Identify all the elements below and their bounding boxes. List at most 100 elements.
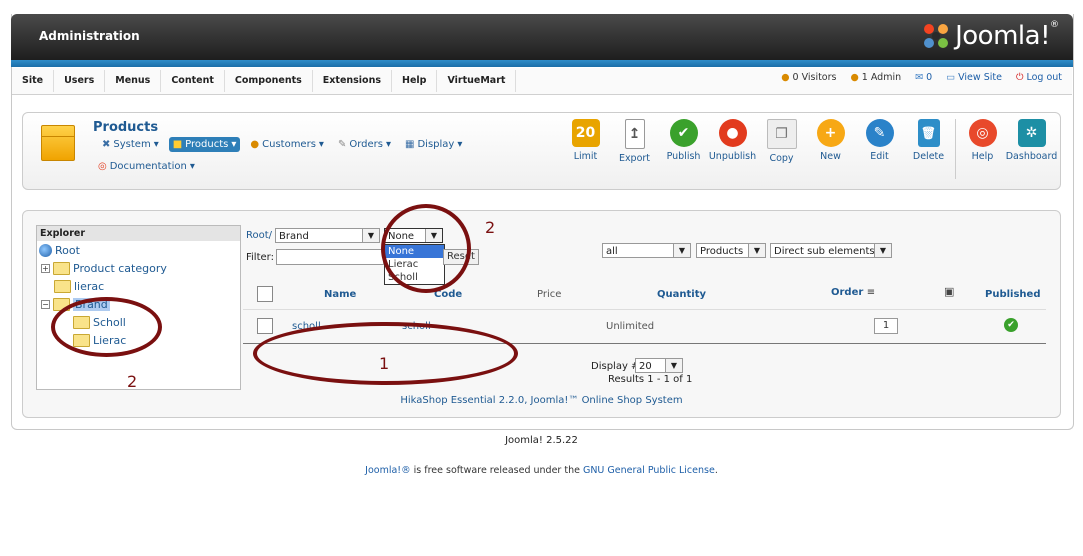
joomla-logo: Joomla! ® bbox=[921, 20, 1059, 52]
submenu-system-label: System bbox=[113, 139, 151, 150]
submenu-display[interactable]: ▦ Display ▾ bbox=[401, 137, 466, 152]
select-all-checkbox[interactable] bbox=[257, 286, 273, 302]
hikashop-credit-link[interactable]: HikaShop Essential 2.2.0, Joomla!™ Onlin… bbox=[23, 395, 1060, 406]
dashboard-icon: ✲ bbox=[1017, 119, 1046, 147]
toolbar-panel: Products ✖ System ▾ ■ Products ▾ ● Customers ▾… bbox=[22, 112, 1061, 190]
visitors-label: 0 Visitors bbox=[792, 72, 837, 83]
view-site-link[interactable]: ▭ View Site bbox=[946, 72, 1002, 83]
menu-extensions[interactable]: Extensions bbox=[313, 70, 393, 92]
menu-content[interactable]: Content bbox=[161, 70, 225, 92]
row-checkbox[interactable] bbox=[257, 318, 273, 334]
expand-icon[interactable]: + bbox=[41, 264, 50, 273]
tree-root[interactable]: Root bbox=[39, 244, 80, 257]
menu-help[interactable]: Help bbox=[392, 70, 438, 92]
explorer-header: Explorer bbox=[37, 226, 240, 241]
annotation-number-2-top: 2 bbox=[485, 218, 496, 237]
license-text: is free software released under the bbox=[410, 465, 583, 476]
unpublish-label: Unpublish bbox=[708, 151, 757, 162]
admins-status: ● 1 Admin bbox=[850, 72, 901, 83]
limit-button[interactable]: 20 Limit bbox=[561, 119, 610, 179]
caret-down-icon: ▾ bbox=[385, 139, 392, 150]
publish-button[interactable]: ✔ Publish bbox=[659, 119, 708, 179]
product-box-icon bbox=[41, 125, 75, 161]
tree-item-product-category[interactable]: + Product category bbox=[41, 262, 167, 275]
header-accent-bar bbox=[11, 60, 1073, 67]
joomla-link[interactable]: Joomla!® bbox=[365, 465, 410, 476]
joomla-registered-mark: ® bbox=[1050, 20, 1059, 30]
folder-icon bbox=[54, 280, 71, 293]
row-quantity: Unlimited bbox=[606, 321, 655, 332]
row-order-input[interactable]: 1 bbox=[874, 318, 898, 334]
save-order-icon[interactable]: ▣ bbox=[944, 285, 954, 298]
submenu-orders[interactable]: ✎ Orders ▾ bbox=[334, 137, 395, 152]
column-order-label: Order bbox=[831, 287, 864, 298]
orders-icon: ✎ bbox=[337, 139, 347, 150]
annotation-circle-tree bbox=[51, 297, 162, 357]
column-order[interactable]: Order ≡ bbox=[831, 287, 875, 298]
submenu-customers[interactable]: ● Customers ▾ bbox=[246, 137, 328, 152]
display-limit-select[interactable]: 20 ▼ bbox=[635, 358, 683, 373]
column-name[interactable]: Name bbox=[324, 289, 356, 300]
tree-item-lierac[interactable]: lierac bbox=[54, 280, 104, 293]
gpl-link[interactable]: GNU General Public License bbox=[583, 465, 715, 476]
messages-icon: ✉ bbox=[915, 72, 924, 83]
submenu-display-label: Display bbox=[417, 139, 455, 150]
unpublish-button[interactable]: ● Unpublish bbox=[708, 119, 757, 179]
sort-icon: ≡ bbox=[866, 287, 876, 298]
menu-users[interactable]: Users bbox=[54, 70, 106, 92]
joomla-version: Joomla! 2.5.22 bbox=[505, 435, 578, 446]
category-select-value: Brand bbox=[279, 231, 309, 242]
help-label: Help bbox=[971, 151, 994, 162]
logout-link[interactable]: ⏻ Log out bbox=[1016, 72, 1062, 83]
menu-components[interactable]: Components bbox=[225, 70, 313, 92]
published-check-icon[interactable]: ✔ bbox=[1004, 318, 1018, 332]
category-select[interactable]: Brand ▼ bbox=[275, 228, 380, 243]
menu-menus[interactable]: Menus bbox=[105, 70, 162, 92]
edit-button[interactable]: ✎ Edit bbox=[855, 119, 904, 179]
messages-status[interactable]: ✉ 0 bbox=[915, 72, 932, 83]
column-published[interactable]: Published bbox=[985, 289, 1040, 300]
dashboard-button[interactable]: ✲ Dashboard bbox=[1006, 119, 1057, 179]
column-quantity[interactable]: Quantity bbox=[657, 289, 706, 300]
copy-button[interactable]: ❐ Copy bbox=[757, 119, 806, 179]
toolbar-separator bbox=[955, 119, 956, 179]
submenu-system[interactable]: ✖ System ▾ bbox=[98, 137, 163, 152]
new-button[interactable]: + New bbox=[806, 119, 855, 179]
status-area: ● 0 Visitors ● 1 Admin ✉ 0 ▭ View Site ⏻ Log … bbox=[781, 72, 1062, 83]
export-label: Export bbox=[618, 153, 651, 164]
published-filter-value: all bbox=[606, 246, 618, 257]
delete-button[interactable]: 🗑 Delete bbox=[904, 119, 953, 179]
limit-label: Limit bbox=[573, 151, 598, 162]
column-price: Price bbox=[537, 289, 562, 300]
license-notice: Joomla!® is free software released under… bbox=[0, 465, 1083, 476]
menu-site[interactable]: Site bbox=[12, 70, 55, 92]
caret-down-icon: ▾ bbox=[457, 139, 463, 150]
joomla-flower-icon bbox=[924, 24, 949, 48]
new-label: New bbox=[820, 151, 841, 162]
hikashop-submenu: ✖ System ▾ ■ Products ▾ ● Customers ▾ ✎ Orders ▾… bbox=[98, 137, 466, 152]
export-button[interactable]: ↥ Export bbox=[610, 119, 659, 179]
type-select[interactable]: Products ▼ bbox=[696, 243, 766, 258]
license-end: . bbox=[714, 465, 718, 476]
main-menubar: Site Users Menus Content Components Exte… bbox=[12, 68, 1072, 95]
submenu-documentation[interactable]: ◎ Documentation ▾ bbox=[98, 161, 195, 172]
edit-label: Edit bbox=[870, 151, 889, 162]
submenu-orders-label: Orders bbox=[349, 139, 383, 150]
published-filter-select[interactable]: all ▼ bbox=[602, 243, 691, 258]
publish-label: Publish bbox=[666, 151, 701, 162]
breadcrumb-root[interactable]: Root/ bbox=[246, 230, 272, 241]
documentation-label: Documentation bbox=[109, 161, 187, 172]
copy-icon: ❐ bbox=[766, 119, 797, 149]
submenu-products[interactable]: ■ Products ▾ bbox=[168, 137, 241, 152]
menu-virtuemart[interactable]: VirtueMart bbox=[437, 70, 517, 92]
chevron-down-icon: ▼ bbox=[665, 359, 682, 372]
collapse-icon[interactable]: − bbox=[41, 300, 50, 309]
edit-icon: ✎ bbox=[865, 119, 894, 147]
depth-select[interactable]: Direct sub elements ▼ bbox=[770, 243, 892, 258]
admin-icon: ● bbox=[850, 72, 859, 83]
filter-input[interactable] bbox=[276, 249, 384, 265]
display-icon: ▦ bbox=[405, 139, 415, 150]
type-select-value: Products bbox=[700, 246, 744, 257]
help-button[interactable]: ◎ Help bbox=[958, 119, 1007, 179]
caret-down-icon: ▾ bbox=[318, 139, 324, 150]
